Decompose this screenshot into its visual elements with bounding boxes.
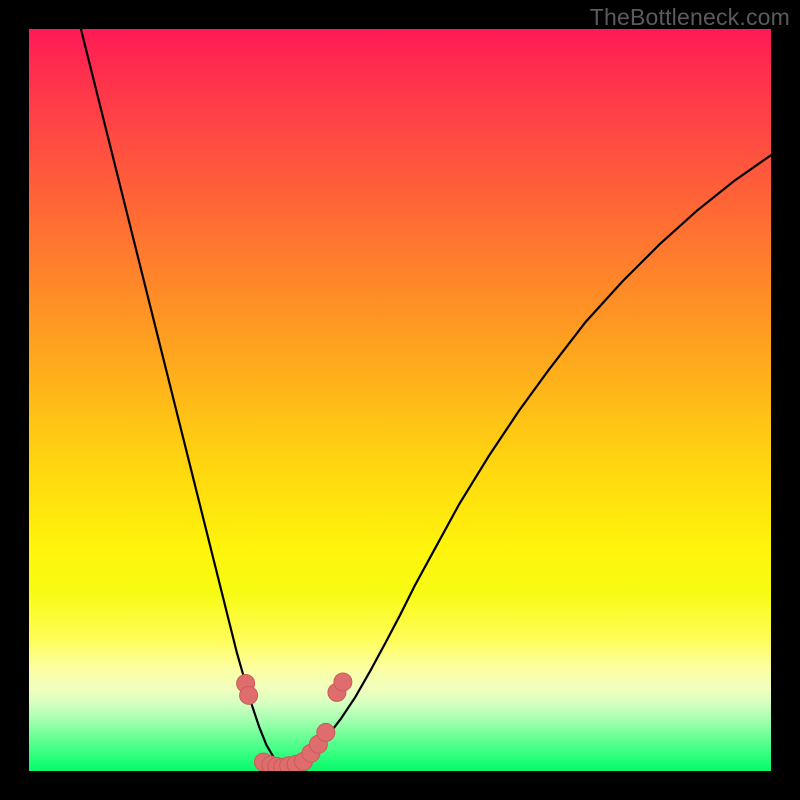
chart-svg: [29, 29, 771, 771]
chart-frame: TheBottleneck.com: [0, 0, 800, 800]
data-marker: [317, 723, 335, 741]
attribution-text: TheBottleneck.com: [590, 4, 790, 31]
data-marker: [334, 673, 352, 691]
plot-area: [29, 29, 771, 771]
marker-layer: [237, 673, 352, 771]
curve-right-branch: [281, 155, 771, 766]
curve-left-branch: [81, 29, 281, 767]
curve-layer: [81, 29, 771, 767]
data-marker: [240, 686, 258, 704]
